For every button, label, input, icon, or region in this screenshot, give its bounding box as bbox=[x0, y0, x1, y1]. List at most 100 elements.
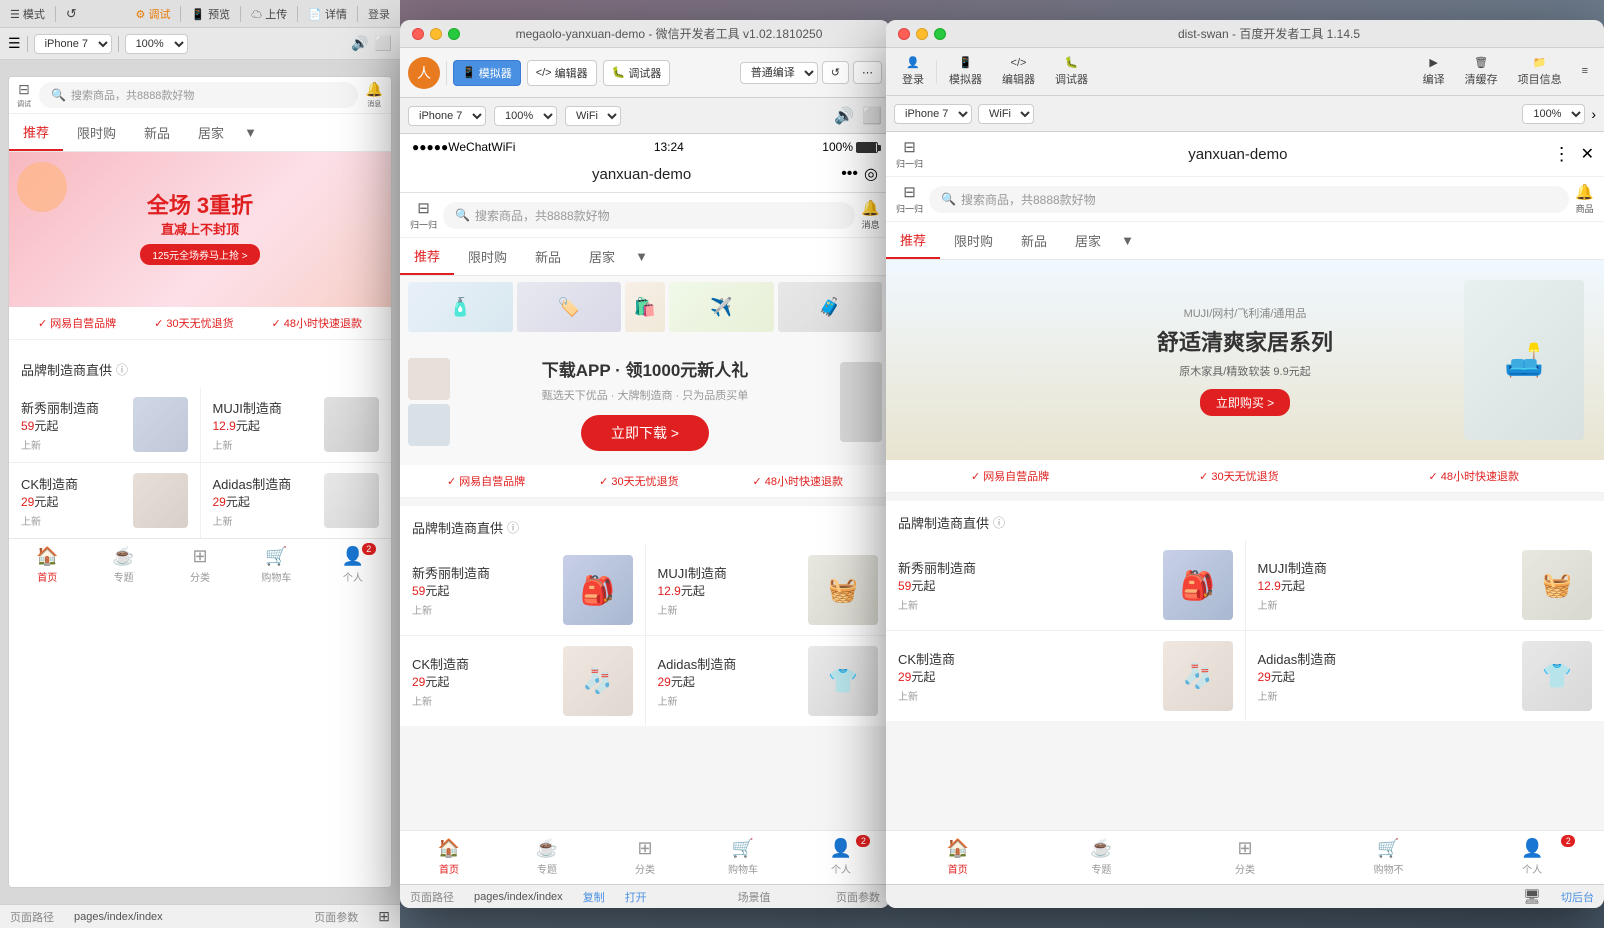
wechat-close-btn[interactable]: ◎ bbox=[864, 164, 878, 184]
wechat-nav-topic[interactable]: ☕ 专题 bbox=[498, 837, 596, 876]
baidu-maximize-button[interactable] bbox=[934, 28, 946, 40]
sound-icon[interactable]: 🔊 bbox=[834, 106, 854, 126]
baidu-tab-new[interactable]: 新品 bbox=[1007, 223, 1061, 258]
left-nav-home[interactable]: 🏠 首页 bbox=[9, 545, 85, 584]
left-tab-flash[interactable]: 限时购 bbox=[63, 115, 130, 150]
list-item[interactable]: Adidas制造商 29元起 上新 bbox=[201, 463, 392, 538]
tab-flash-sale[interactable]: 限时购 bbox=[454, 239, 521, 274]
baidu-nav-profile[interactable]: 👤 个人 2 bbox=[1460, 837, 1604, 876]
left-tab-more[interactable]: ▼ bbox=[238, 117, 263, 148]
simulator-btn[interactable]: 📱 模拟器 bbox=[453, 60, 521, 86]
left-zoom-select[interactable]: 100% bbox=[125, 34, 188, 54]
table-row[interactable]: 新秀丽制造商 59元起 上新 🎒 bbox=[400, 545, 645, 635]
left-nav-profile[interactable]: 👤 个人 2 bbox=[315, 545, 391, 584]
baidu-nav-cart[interactable]: 🛒 购物不 bbox=[1317, 837, 1461, 876]
list-item[interactable]: MUJI制造商 12.9元起 上新 bbox=[201, 387, 392, 462]
screenshot-icon[interactable]: ⬜ bbox=[862, 106, 882, 126]
wechat-network-select[interactable]: WiFi bbox=[565, 106, 621, 126]
yanxuan-close-btn[interactable]: ✕ bbox=[1581, 144, 1594, 164]
left-detail-btn[interactable]: 📄 详情 bbox=[308, 6, 347, 22]
left-preview-btn[interactable]: 📱 预览 bbox=[191, 6, 230, 22]
wechat-device-select[interactable]: iPhone 7 bbox=[408, 106, 486, 126]
tab-recommend[interactable]: 推荐 bbox=[400, 238, 454, 275]
left-tab-new[interactable]: 新品 bbox=[130, 115, 184, 150]
wechat-copy-btn[interactable]: 复制 bbox=[583, 889, 605, 905]
tab-home-decor[interactable]: 居家 bbox=[575, 239, 629, 274]
minimize-button[interactable] bbox=[430, 28, 442, 40]
baidu-backstage-btn[interactable]: 切后台 bbox=[1561, 889, 1594, 905]
left-screen-icon[interactable]: ⬜ bbox=[375, 35, 392, 52]
baidu-device-select[interactable]: iPhone 7 bbox=[894, 104, 972, 124]
baidu-banner-btn[interactable]: 立即购买 > bbox=[1200, 389, 1290, 416]
search-input[interactable]: 🔍 搜索商品，共8888款好物 bbox=[443, 202, 855, 229]
left-upload-btn[interactable]: ☁ 上传 bbox=[251, 6, 287, 22]
baidu-tab-expand[interactable]: ▼ bbox=[1115, 225, 1140, 256]
baidu-app-content[interactable]: ⊟ 归一归 🔍 搜索商品，共8888款好物 🔔 商品 推荐 限时购 新品 居家 … bbox=[886, 177, 1604, 830]
baidu-brand-section: 品牌制造商直供 ⓘ 新秀丽制造商 59元起 上新 🎒 MUJI制造商 bbox=[886, 501, 1604, 721]
wechat-bottom-nav: 🏠 首页 ☕ 专题 ⊞ 分类 🛒 购物车 👤 个人 2 bbox=[400, 830, 890, 884]
debugger-btn[interactable]: 🐛 调试器 bbox=[603, 60, 671, 86]
tab-expand[interactable]: ▼ bbox=[629, 241, 654, 272]
left-grid-icon[interactable]: ⊞ bbox=[378, 908, 390, 925]
baidu-minimize-button[interactable] bbox=[916, 28, 928, 40]
wechat-nav-cart[interactable]: 🛒 购物车 bbox=[694, 837, 792, 876]
baidu-zoom-select[interactable]: 100% bbox=[1522, 104, 1585, 124]
left-sound-icon[interactable]: 🔊 bbox=[351, 35, 368, 52]
baidu-tab-flash[interactable]: 限时购 bbox=[940, 223, 1007, 258]
download-button[interactable]: 立即下载 > bbox=[581, 415, 709, 451]
left-nav-topic[interactable]: ☕ 专题 bbox=[85, 545, 161, 584]
refresh-btn[interactable]: ↺ bbox=[822, 61, 849, 84]
baidu-clear-btn[interactable]: 🗑 清缓存 bbox=[1457, 52, 1506, 91]
table-row[interactable]: MUJI制造商 12.9元起 上新 🧺 bbox=[1246, 540, 1604, 630]
close-button[interactable] bbox=[412, 28, 424, 40]
left-nav-tabs: 推荐 限时购 新品 居家 ▼ bbox=[9, 114, 391, 152]
yanxuan-more-btn[interactable]: ⋮ bbox=[1553, 144, 1571, 165]
list-item[interactable]: CK制造商 29元起 上新 bbox=[9, 463, 200, 538]
baidu-project-btn[interactable]: 📁 项目信息 bbox=[1510, 52, 1570, 91]
maximize-button[interactable] bbox=[448, 28, 460, 40]
editor-btn[interactable]: </> 编辑器 bbox=[527, 60, 597, 86]
baidu-login-btn[interactable]: 👤 登录 bbox=[894, 52, 932, 91]
baidu-tab-home[interactable]: 居家 bbox=[1061, 223, 1115, 258]
left-refresh-btn[interactable]: ↺ bbox=[66, 6, 77, 22]
left-nav-cart[interactable]: 🛒 购物车 bbox=[238, 545, 314, 584]
left-nav-category[interactable]: ⊞ 分类 bbox=[162, 545, 238, 584]
baidu-compile-btn[interactable]: ▶ 编译 bbox=[1415, 52, 1453, 91]
more-btn[interactable]: ⋯ bbox=[853, 61, 882, 84]
left-search-bar[interactable]: 🔍 搜索商品，共8888款好物 bbox=[39, 82, 358, 108]
baidu-menu-btn[interactable]: ≡ bbox=[1574, 61, 1596, 83]
left-login-btn[interactable]: 登录 bbox=[368, 6, 390, 22]
wechat-dots-btn[interactable]: ••• bbox=[841, 165, 858, 183]
baidu-close-button[interactable] bbox=[898, 28, 910, 40]
baidu-nav-home[interactable]: 🏠 首页 bbox=[886, 837, 1030, 876]
baidu-debugger-btn[interactable]: 🐛 调试器 bbox=[1047, 52, 1096, 91]
tab-new[interactable]: 新品 bbox=[521, 239, 575, 274]
left-device-select[interactable]: iPhone 7 bbox=[34, 34, 112, 54]
left-tab-home[interactable]: 居家 bbox=[184, 115, 238, 150]
wechat-nav-profile[interactable]: 👤 个人 2 bbox=[792, 837, 890, 876]
wechat-nav-category[interactable]: ⊞ 分类 bbox=[596, 837, 694, 876]
baidu-nav-topic[interactable]: ☕ 专题 bbox=[1030, 837, 1174, 876]
left-tab-recommend[interactable]: 推荐 bbox=[9, 114, 63, 151]
table-row[interactable]: CK制造商 29元起 上新 🧦 bbox=[400, 636, 645, 726]
baidu-tab-recommend[interactable]: 推荐 bbox=[886, 222, 940, 259]
left-menu-icon[interactable]: ☰ bbox=[8, 35, 21, 52]
baidu-search-input[interactable]: 🔍 搜索商品，共8888款好物 bbox=[929, 186, 1569, 213]
baidu-nav-category[interactable]: ⊞ 分类 bbox=[1173, 837, 1317, 876]
table-row[interactable]: 新秀丽制造商 59元起 上新 🎒 bbox=[886, 540, 1245, 630]
list-item[interactable]: 新秀丽制造商 59元起 上新 bbox=[9, 387, 200, 462]
wechat-zoom-select[interactable]: 100% bbox=[494, 106, 557, 126]
baidu-network-select[interactable]: WiFi bbox=[978, 104, 1034, 124]
table-row[interactable]: CK制造商 29元起 上新 🧦 bbox=[886, 631, 1245, 721]
wechat-open-btn[interactable]: 打开 bbox=[625, 889, 647, 905]
baidu-editor-btn[interactable]: </> 编辑器 bbox=[994, 53, 1043, 91]
wechat-app-content[interactable]: ⊟ 归一归 🔍 搜索商品，共8888款好物 🔔 消息 推荐 限时购 新品 居家 … bbox=[400, 193, 890, 830]
table-row[interactable]: MUJI制造商 12.9元起 上新 🧺 bbox=[646, 545, 891, 635]
left-mode-btn[interactable]: ☰ 模式 bbox=[10, 6, 45, 22]
compile-select[interactable]: 普通编译 bbox=[740, 62, 818, 84]
left-debug-btn[interactable]: ⚙ 调试 bbox=[135, 6, 170, 22]
baidu-simulator-btn[interactable]: 📱 模拟器 bbox=[941, 52, 990, 91]
wechat-nav-home[interactable]: 🏠 首页 bbox=[400, 837, 498, 876]
table-row[interactable]: Adidas制造商 29元起 上新 👕 bbox=[1246, 631, 1604, 721]
table-row[interactable]: Adidas制造商 29元起 上新 👕 bbox=[646, 636, 891, 726]
